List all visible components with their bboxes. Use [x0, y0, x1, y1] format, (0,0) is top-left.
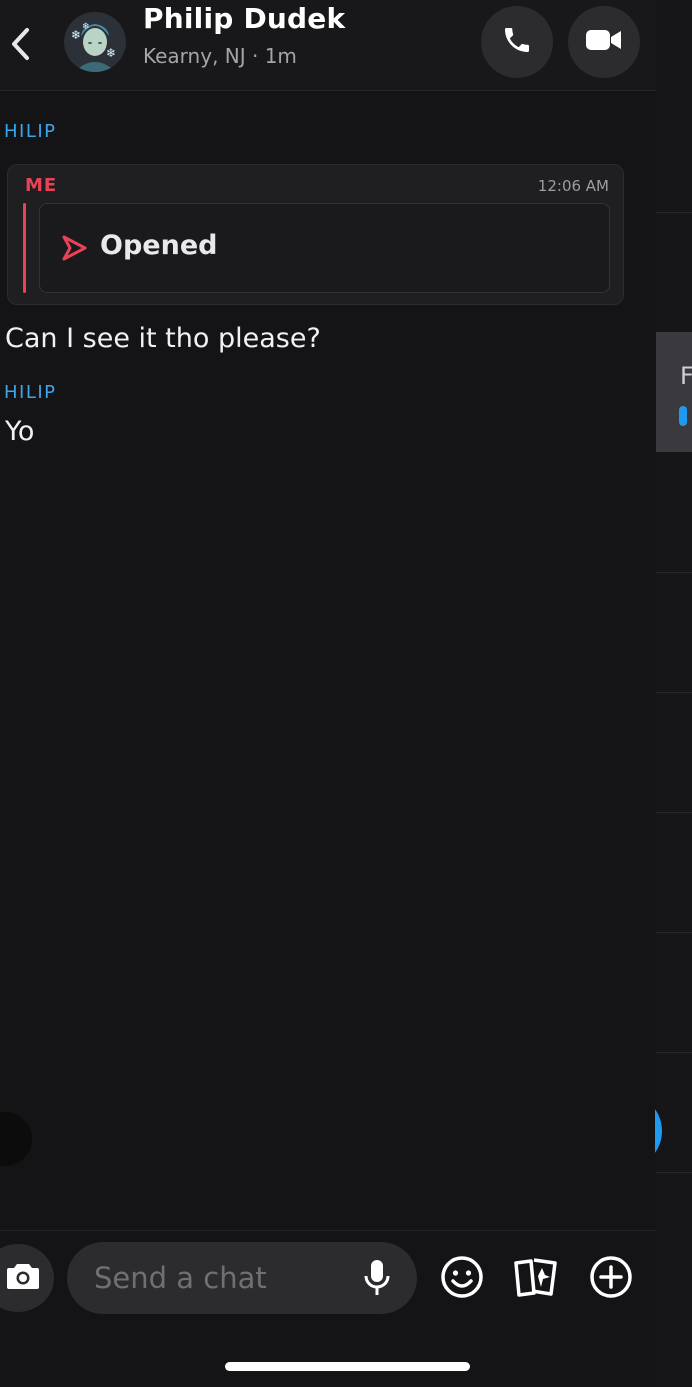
message-text: Can I see it tho please? — [5, 323, 321, 354]
background-divider — [656, 1172, 692, 1173]
contact-name[interactable]: Philip Dudek — [143, 2, 345, 35]
plus-icon[interactable] — [588, 1254, 634, 1304]
cards-icon[interactable] — [512, 1254, 560, 1304]
home-indicator[interactable] — [225, 1362, 470, 1371]
background-divider — [656, 1052, 692, 1053]
chevron-left-icon[interactable] — [6, 24, 36, 64]
video-camera-icon — [585, 26, 623, 58]
opened-snap-arrow-icon — [60, 234, 88, 266]
avatar[interactable]: ❄ ❄ ❄ — [64, 12, 126, 72]
camera-icon — [6, 1261, 40, 1295]
chat-header: ❄ ❄ ❄ Philip Dudek Kearny, NJ · 1m — [0, 0, 656, 91]
message-text: Yo — [5, 416, 35, 447]
background-divider — [656, 692, 692, 693]
video-call-button[interactable] — [568, 6, 640, 78]
background-card-indicator — [679, 406, 687, 426]
emoji-icon[interactable] — [440, 1254, 484, 1304]
quoted-snap-message[interactable]: ME 12:06 AM Opened — [7, 164, 624, 305]
background-chat-list — [656, 0, 692, 1386]
svg-text:❄: ❄ — [82, 22, 90, 32]
background-card — [656, 332, 692, 452]
contact-status: Kearny, NJ · 1m — [143, 44, 297, 68]
background-card-letter: F — [680, 362, 692, 390]
quoted-sender-label: ME — [25, 175, 58, 196]
quoted-timestamp: 12:06 AM — [537, 177, 609, 195]
background-divider — [656, 812, 692, 813]
call-button[interactable] — [481, 6, 553, 78]
background-divider — [656, 572, 692, 573]
message-sender-label: HILIP — [4, 382, 57, 403]
background-divider — [656, 932, 692, 933]
snap-status-label: Opened — [100, 230, 218, 261]
microphone-icon[interactable] — [362, 1258, 392, 1302]
background-divider — [656, 212, 692, 213]
background-dark-circle — [0, 1112, 32, 1166]
svg-text:❄: ❄ — [71, 28, 81, 42]
background-blue-button — [655, 1098, 662, 1164]
quote-accent-bar — [23, 203, 26, 293]
message-sender-label: HILIP — [4, 121, 57, 142]
svg-text:❄: ❄ — [106, 46, 116, 60]
snap-status-card[interactable]: Opened — [39, 203, 610, 293]
phone-icon — [501, 24, 533, 60]
